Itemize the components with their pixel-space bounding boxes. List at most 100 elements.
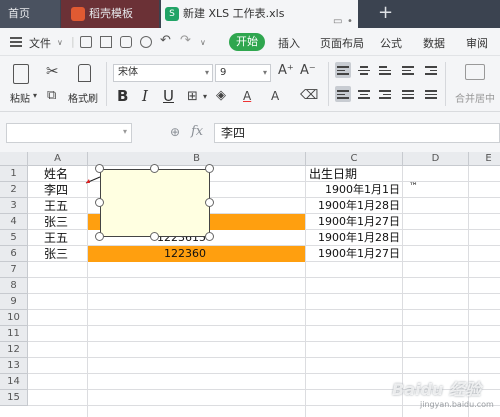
cell-c3[interactable]: 1900年1月28日 — [306, 198, 403, 214]
align-bottom-icon[interactable] — [379, 66, 391, 76]
wrap-text-icon[interactable] — [402, 66, 414, 76]
row-header-5[interactable]: 5 — [0, 230, 28, 246]
underline-button[interactable]: U — [163, 87, 174, 105]
zoom-icon[interactable]: ⊕ — [170, 125, 180, 139]
tab-home[interactable]: 首页 — [0, 0, 60, 28]
font-color-bg-icon[interactable]: A — [271, 89, 279, 103]
cell-comment-box[interactable] — [100, 169, 210, 237]
font-color-icon[interactable]: A — [243, 89, 251, 103]
redo-icon[interactable]: ↷ — [180, 33, 191, 48]
cell-a2[interactable]: 李四 — [28, 182, 88, 198]
row-header-4[interactable]: 4 — [0, 214, 28, 230]
select-all-corner[interactable] — [0, 152, 28, 166]
fx-icon[interactable]: fx — [191, 124, 203, 139]
merge-center-icon[interactable] — [465, 64, 485, 80]
cell-a6[interactable]: 张三 — [28, 246, 88, 262]
cell-b6[interactable]: 122360 — [88, 246, 306, 262]
column-header-d[interactable]: D — [403, 152, 469, 166]
menu-review[interactable]: 审阅 — [466, 35, 488, 51]
cut-icon[interactable]: ✂ — [46, 62, 59, 80]
row-header-1[interactable]: 1 — [0, 166, 28, 182]
row-header-13[interactable]: 13 — [0, 358, 28, 374]
copy-icon[interactable]: ⧉ — [47, 88, 56, 103]
hamburger-icon[interactable] — [10, 37, 22, 47]
resize-handle-ne[interactable] — [205, 164, 214, 173]
save-icon[interactable] — [80, 36, 92, 48]
column-header-c[interactable]: C — [306, 152, 403, 166]
row-header-3[interactable]: 3 — [0, 198, 28, 214]
row-header-6[interactable]: 6 — [0, 246, 28, 262]
chevron-down-icon[interactable]: ∨ — [57, 38, 63, 47]
cell-a5[interactable]: 王五 — [28, 230, 88, 246]
paste-button[interactable]: 粘贴 — [10, 90, 30, 105]
clear-format-icon[interactable]: ⌫ — [300, 88, 318, 103]
menu-data[interactable]: 数据 — [423, 35, 445, 51]
undo-icon[interactable]: ↶ — [160, 33, 171, 48]
border-icon[interactable]: ⊞ — [187, 89, 198, 104]
print-icon[interactable] — [120, 36, 132, 48]
cell-c4[interactable]: 1900年1月27日 — [306, 214, 403, 230]
font-name-select[interactable]: 宋体 ▾ — [113, 64, 213, 82]
fill-color-icon[interactable]: ◈ — [216, 88, 226, 103]
menu-insert[interactable]: 插入 — [278, 35, 300, 51]
row-header-11[interactable]: 11 — [0, 326, 28, 342]
tab-template[interactable]: 稻壳模板 — [61, 0, 159, 28]
menu-formula[interactable]: 公式 — [380, 35, 402, 51]
row-header-12[interactable]: 12 — [0, 342, 28, 358]
row-header-15[interactable]: 15 — [0, 390, 28, 406]
column-header-a[interactable]: A — [28, 152, 88, 166]
border-chevron-icon[interactable]: ▾ — [203, 92, 207, 101]
format-painter-icon[interactable] — [78, 64, 91, 82]
cell-c6[interactable]: 1900年1月27日 — [306, 246, 403, 262]
cell-a4[interactable]: 张三 — [28, 214, 88, 230]
bold-button[interactable]: B — [117, 87, 128, 105]
column-header-b[interactable]: B — [88, 152, 306, 166]
resize-handle-w[interactable] — [95, 198, 104, 207]
align-left-icon — [337, 90, 349, 100]
resize-handle-se[interactable] — [205, 232, 214, 241]
tab-workbook[interactable]: S 新建 XLS 工作表.xls ▭ • — [161, 0, 358, 28]
export-pdf-icon[interactable] — [100, 36, 112, 48]
cell-c5[interactable]: 1900年1月28日 — [306, 230, 403, 246]
decrease-font-button[interactable]: A⁻ — [300, 63, 316, 78]
increase-font-button[interactable]: A⁺ — [278, 63, 294, 78]
resize-handle-n[interactable] — [150, 164, 159, 173]
align-right-icon[interactable] — [379, 90, 391, 100]
resize-handle-s[interactable] — [150, 232, 159, 241]
row-header-9[interactable]: 9 — [0, 294, 28, 310]
align-middle-icon[interactable] — [358, 66, 370, 76]
italic-button[interactable]: I — [142, 87, 148, 105]
paste-chevron-icon[interactable]: ▾ — [33, 91, 37, 100]
customize-chevron-icon[interactable]: ∨ — [200, 38, 206, 47]
justify-icon[interactable] — [402, 90, 414, 100]
row-header-10[interactable]: 10 — [0, 310, 28, 326]
cell-a3[interactable]: 王五 — [28, 198, 88, 214]
paste-icon[interactable] — [13, 64, 29, 84]
font-size-select[interactable]: 9 ▾ — [215, 64, 271, 82]
row-header-14[interactable]: 14 — [0, 374, 28, 390]
resize-handle-sw[interactable] — [95, 232, 104, 241]
align-center-icon[interactable] — [358, 90, 370, 100]
cell-a1[interactable]: 姓名 — [28, 166, 88, 182]
row-header-8[interactable]: 8 — [0, 278, 28, 294]
row-header-7[interactable]: 7 — [0, 262, 28, 278]
print-preview-icon[interactable] — [140, 36, 152, 48]
distributed-align-icon[interactable] — [425, 90, 437, 100]
name-box[interactable]: ▾ — [6, 123, 132, 143]
menu-file[interactable]: 文件 — [29, 35, 51, 51]
format-painter-button[interactable]: 格式刷 — [68, 90, 98, 105]
resize-handle-nw[interactable] — [95, 164, 104, 173]
row-header-2[interactable]: 2 — [0, 182, 28, 198]
cell-c2[interactable]: 1900年1月1日 — [306, 182, 403, 198]
indent-icon[interactable] — [425, 66, 437, 76]
resize-handle-e[interactable] — [205, 198, 214, 207]
merge-center-button[interactable]: 合并居中 — [455, 90, 495, 105]
add-tab-icon[interactable]: + — [378, 2, 393, 23]
chevron-down-icon: ▾ — [122, 127, 127, 136]
menu-start[interactable]: 开始 — [229, 33, 265, 51]
formula-input[interactable]: 李四 — [214, 123, 500, 143]
menu-page-layout[interactable]: 页面布局 — [320, 35, 364, 51]
font-size-value: 9 — [220, 67, 227, 78]
column-header-e[interactable]: E — [469, 152, 500, 166]
cell-c1[interactable]: 出生日期 — [306, 166, 403, 182]
